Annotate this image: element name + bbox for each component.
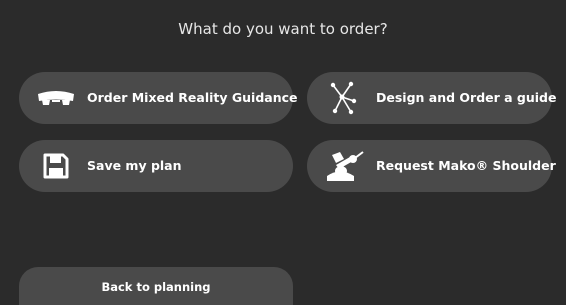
- option-label: Request Mako® Shoulder: [376, 158, 556, 173]
- headset-icon: [36, 80, 76, 116]
- robotic-arm-icon: [324, 148, 364, 184]
- option-label: Save my plan: [87, 158, 182, 173]
- dialog-title: What do you want to order?: [178, 20, 388, 38]
- back-to-planning-button[interactable]: Back to planning: [19, 267, 293, 305]
- order-dialog: What do you want to order? Order Mixed R…: [0, 0, 566, 305]
- option-label: Order Mixed Reality Guidance: [87, 90, 298, 105]
- option-label: Design and Order a guide: [376, 90, 557, 105]
- save-plan-button[interactable]: Save my plan: [19, 140, 293, 192]
- order-mixed-reality-button[interactable]: Order Mixed Reality Guidance: [19, 72, 298, 124]
- design-order-guide-button[interactable]: Design and Order a guide: [307, 72, 557, 124]
- floppy-disk-icon: [36, 148, 76, 184]
- request-mako-shoulder-button[interactable]: Request Mako® Shoulder: [307, 140, 556, 192]
- guide-nodes-icon: [324, 80, 364, 116]
